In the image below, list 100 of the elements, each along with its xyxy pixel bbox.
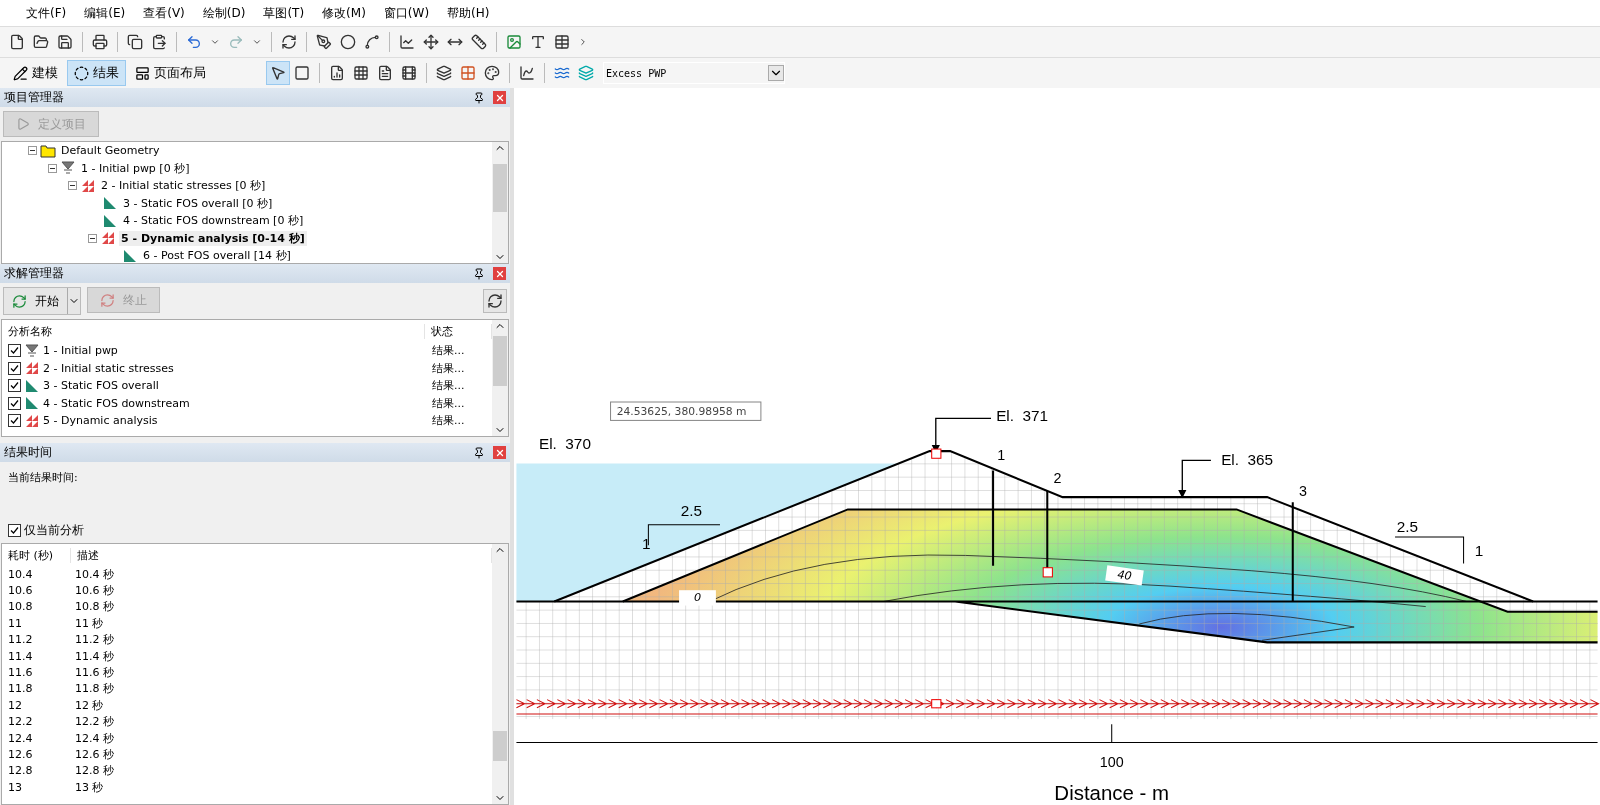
- time-cell-text: 11.2: [8, 633, 34, 647]
- menu-item[interactable]: 编辑(E): [76, 2, 134, 24]
- cycle-icon: [100, 292, 115, 308]
- slope-triangle-icon: [24, 395, 40, 412]
- menu-item[interactable]: 帮助(H): [439, 2, 498, 24]
- slope-triangle-icon: [122, 247, 138, 263]
- slope-triangle-icon: [102, 212, 118, 229]
- menu-item[interactable]: 查看(V): [135, 2, 193, 24]
- refresh-icon[interactable]: [483, 289, 507, 313]
- close-icon[interactable]: [493, 446, 506, 459]
- tree-item[interactable]: 6 - Post FOS overall [14 秒]: [141, 248, 293, 263]
- tree-item[interactable]: Default Geometry: [59, 144, 162, 158]
- mode-tab[interactable]: 建模: [6, 60, 65, 86]
- slope-ratio-label: 1: [1474, 542, 1484, 560]
- description-cell: 13 秒: [75, 779, 104, 795]
- scroll-thumb[interactable]: [493, 164, 507, 212]
- slope-ratio-label: 1: [642, 535, 651, 553]
- time-cell-text: 12: [8, 698, 23, 712]
- pencil-icon: [13, 65, 28, 81]
- collapse-toggle[interactable]: [88, 233, 97, 243]
- collapse-toggle[interactable]: [48, 163, 57, 173]
- time-cell-text: 12.4: [8, 731, 34, 745]
- elevation-label: El. 370: [538, 435, 591, 453]
- menu-item[interactable]: 修改(M): [314, 2, 374, 24]
- checkbox[interactable]: [8, 344, 21, 358]
- pointer-icon[interactable]: [267, 62, 289, 84]
- scrollbar[interactable]: [492, 544, 508, 804]
- tree-item[interactable]: 3 - Static FOS overall [0 秒]: [121, 195, 275, 211]
- pin-icon[interactable]: [473, 267, 485, 280]
- slope-ratio-label: 2.5: [1396, 517, 1418, 535]
- description-cell: 11.6 秒: [75, 665, 114, 681]
- description-cell: 11.4 秒: [75, 648, 114, 664]
- section-number: 2: [1053, 469, 1062, 486]
- analysis-name[interactable]: 3 - Static FOS overall: [43, 379, 429, 393]
- tree-item[interactable]: 2 - Initial static stresses [0 秒]: [99, 178, 268, 194]
- stress-triangles-icon: [100, 230, 116, 247]
- close-icon[interactable]: [493, 91, 506, 104]
- description-cell: 11.2 秒: [75, 632, 114, 648]
- analysis-name[interactable]: 1 - Initial pwp: [43, 344, 429, 358]
- tree-item[interactable]: 5 - Dynamic analysis [0-14 秒]: [119, 230, 307, 246]
- time-cell-text: 10.4: [8, 567, 34, 581]
- close-icon[interactable]: [493, 267, 506, 280]
- analysis-name[interactable]: 4 - Static FOS downstream: [43, 396, 429, 410]
- play-icon: [16, 117, 30, 131]
- menu-item[interactable]: 草图(T): [255, 2, 313, 24]
- layout-icon: [135, 65, 150, 81]
- checkbox[interactable]: [8, 379, 21, 393]
- description-cell: 11.8 秒: [75, 681, 114, 697]
- result-type-dropdown[interactable]: Excess PWP: [603, 62, 785, 84]
- axis-title: Distance - m: [1054, 780, 1170, 804]
- collapse-toggle[interactable]: [68, 181, 77, 191]
- folder-icon: [40, 142, 56, 159]
- checkbox[interactable]: [8, 396, 21, 410]
- time-cell-text: 11: [8, 616, 23, 630]
- time-cell-text: 12.8: [8, 764, 34, 778]
- slope-triangle-icon: [102, 195, 118, 212]
- menu-item[interactable]: 绘制(D): [194, 2, 254, 24]
- current-time-label: 当前结果时间:: [8, 470, 79, 486]
- pin-icon[interactable]: [473, 91, 485, 104]
- column-header[interactable]: 分析名称: [2, 323, 425, 339]
- column-header[interactable]: 耗时 (秒): [2, 547, 71, 563]
- mode-tab[interactable]: 页面布局: [128, 60, 213, 86]
- time-cell-text: 12.6: [8, 748, 34, 761]
- time-cell-text: 13: [8, 780, 23, 794]
- stress-triangles-icon: [24, 360, 40, 377]
- section-number: 1: [997, 447, 1006, 464]
- description-cell: 10.8 秒: [75, 599, 114, 615]
- start-button[interactable]: 开始: [3, 287, 81, 315]
- tree-item[interactable]: 1 - Initial pwp [0 秒]: [79, 160, 192, 176]
- description-cell: 12.8 秒: [75, 763, 114, 779]
- scroll-thumb[interactable]: [493, 731, 507, 761]
- mode-tab[interactable]: 结果: [67, 60, 126, 86]
- description-cell: 10.4 秒: [75, 566, 114, 582]
- scrollbar[interactable]: [492, 320, 508, 436]
- panel-title: 项目管理器: [4, 89, 64, 106]
- water-table-icon: [24, 342, 40, 359]
- menu-item[interactable]: 文件(F): [18, 2, 75, 24]
- tree-item[interactable]: 4 - Static FOS downstream [0 秒]: [121, 213, 306, 229]
- analysis-name[interactable]: 2 - Initial static stresses: [43, 361, 429, 375]
- coordinate-tooltip: 24.53625, 380.98958 m: [610, 401, 762, 421]
- analysis-name[interactable]: 5 - Dynamic analysis: [43, 414, 429, 428]
- time-cell-text: 11.4: [8, 649, 34, 663]
- checkbox[interactable]: [8, 361, 21, 375]
- panel-title: 求解管理器: [4, 265, 64, 282]
- collapse-toggle[interactable]: [28, 146, 37, 156]
- status-cell-text: 结果...: [432, 395, 466, 411]
- description-cell: 12 秒: [75, 697, 104, 713]
- status-cell-text: 结果...: [432, 413, 466, 429]
- scrollbar[interactable]: [492, 142, 508, 263]
- checkbox-label: 仅当前分析: [24, 522, 84, 539]
- checkbox[interactable]: [8, 414, 21, 428]
- axis-tick-label: 100: [1099, 754, 1124, 771]
- menu-item[interactable]: 窗口(W): [375, 2, 438, 24]
- description-cell: 11 秒: [75, 615, 104, 631]
- description-cell: 12.2 秒: [75, 714, 114, 730]
- checkbox[interactable]: [8, 524, 21, 537]
- scroll-thumb[interactable]: [493, 336, 507, 386]
- status-cell-text: 结果...: [432, 378, 466, 394]
- pin-icon[interactable]: [473, 446, 485, 459]
- dashed-circle-icon: [74, 65, 89, 81]
